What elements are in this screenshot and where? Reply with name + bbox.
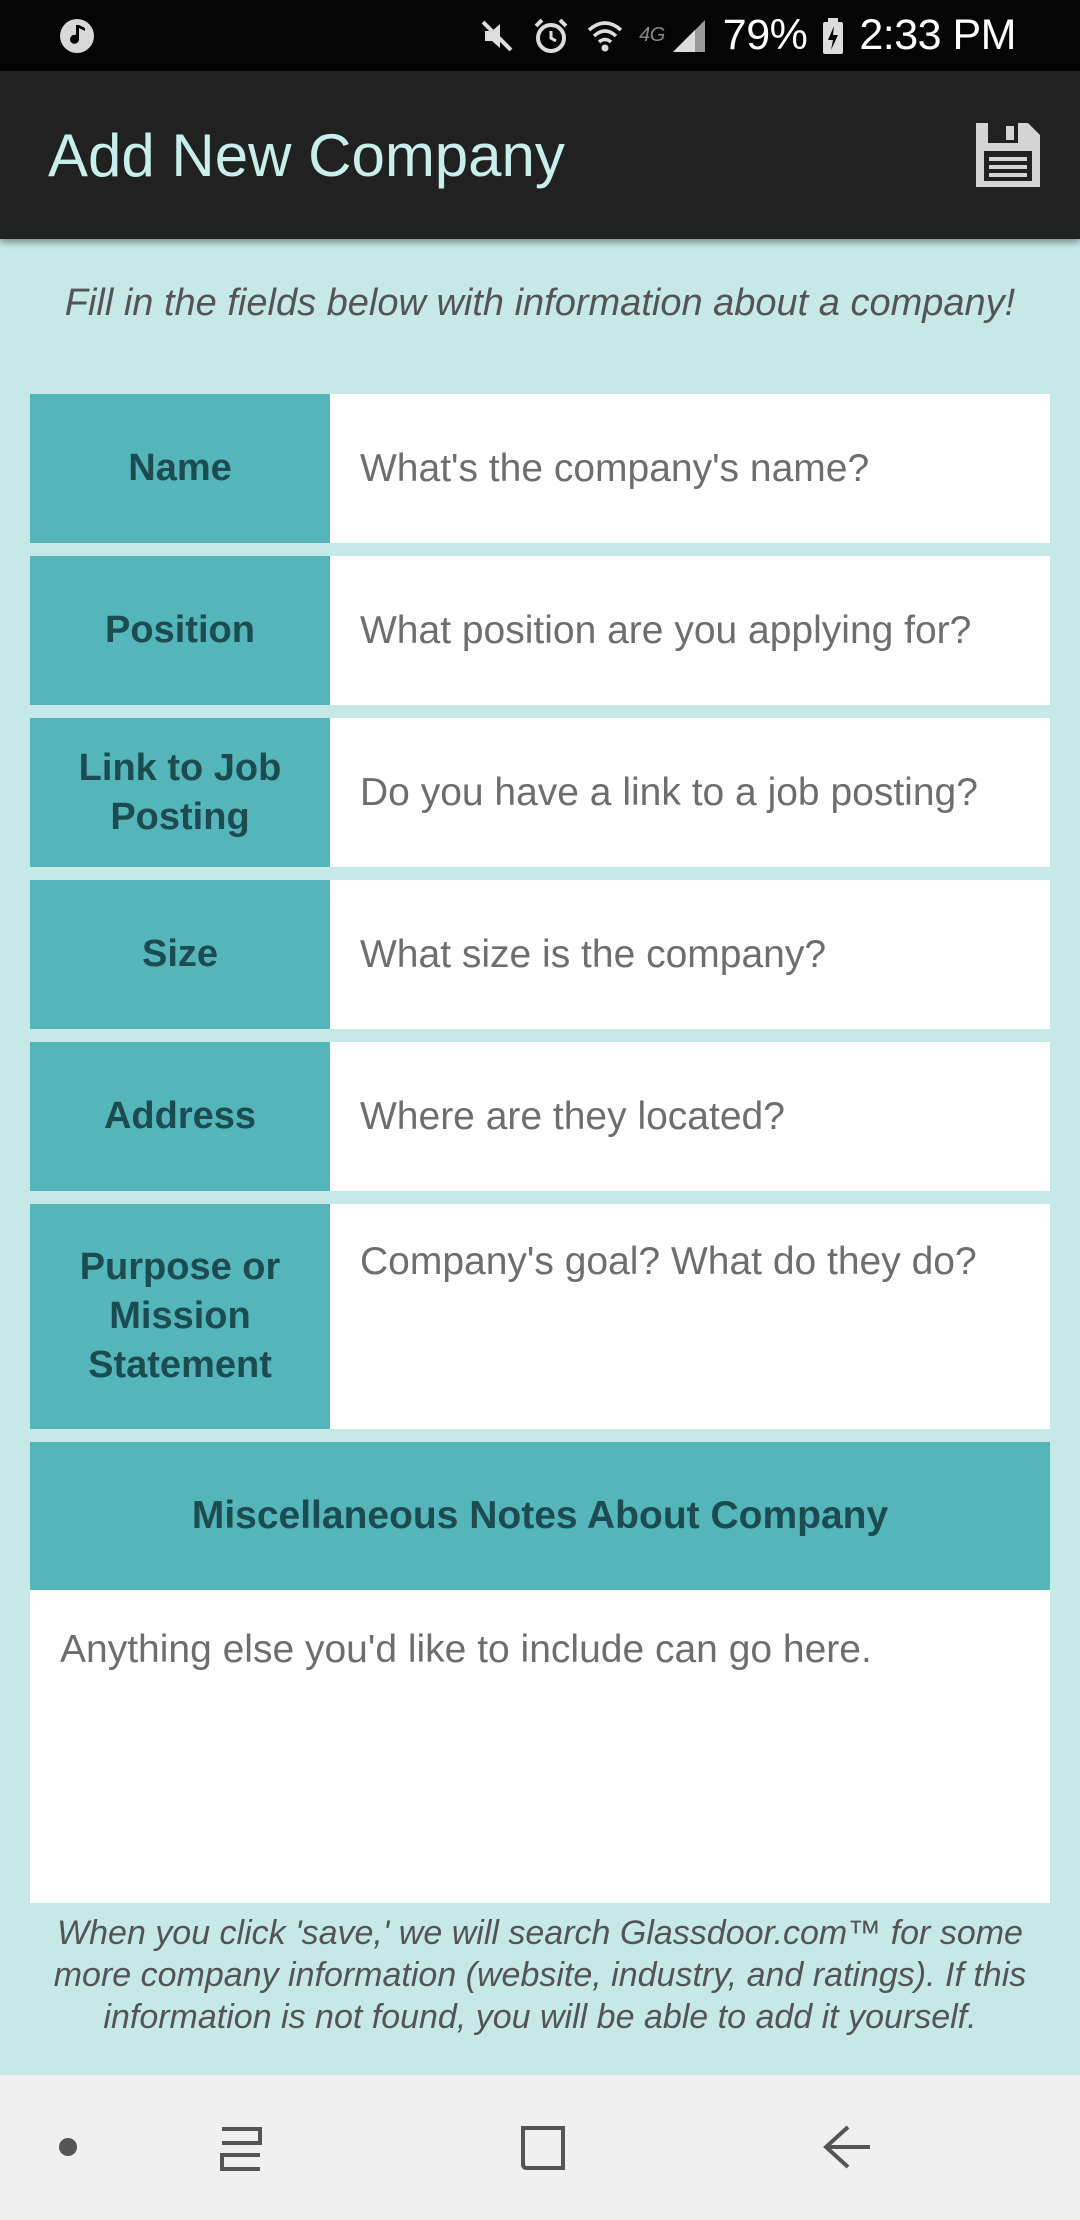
battery-percent: 79% xyxy=(722,11,808,59)
recents-button[interactable] xyxy=(212,2121,268,2177)
size-row: Size What size is the company? xyxy=(30,880,1050,1029)
signal-icon xyxy=(669,16,709,56)
home-button[interactable] xyxy=(515,2118,571,2174)
status-bar: 4G 79% 2:33 PM xyxy=(0,0,1080,71)
address-input[interactable]: Where are they located? xyxy=(330,1042,1050,1191)
network-type: 4G xyxy=(639,24,665,46)
music-icon xyxy=(58,17,96,55)
size-label: Size xyxy=(30,880,330,1029)
purpose-row: Purpose or Mission Statement Company's g… xyxy=(30,1204,1050,1429)
home-icon xyxy=(521,2126,565,2170)
address-row: Address Where are they located? xyxy=(30,1042,1050,1191)
save-button[interactable] xyxy=(972,119,1044,191)
purpose-input[interactable]: Company's goal? What do they do? xyxy=(330,1204,1050,1429)
job-link-input[interactable]: Do you have a link to a job posting? xyxy=(330,718,1050,867)
back-button[interactable] xyxy=(818,2119,874,2175)
app-bar: Add New Company xyxy=(0,71,1080,239)
form-content: Fill in the fields below with informatio… xyxy=(0,239,1080,2075)
size-input[interactable]: What size is the company? xyxy=(330,880,1050,1029)
status-icons: 4G 79% 2:33 PM xyxy=(477,0,1016,71)
address-label: Address xyxy=(30,1042,330,1191)
clock: 2:33 PM xyxy=(859,11,1016,59)
save-footnote: When you click 'save,' we will search Gl… xyxy=(53,1914,1027,2036)
mute-icon xyxy=(477,16,517,56)
intro-text: Fill in the fields below with informatio… xyxy=(64,282,1016,324)
job-link-label: Link to Job Posting xyxy=(30,718,330,867)
save-icon xyxy=(976,123,1040,187)
position-input[interactable]: What position are you applying for? xyxy=(330,556,1050,705)
nav-bar xyxy=(0,2075,1080,2220)
name-label: Name xyxy=(30,394,330,543)
alarm-icon xyxy=(531,16,571,56)
position-row: Position What position are you applying … xyxy=(30,556,1050,705)
recents-icon xyxy=(220,2127,262,2171)
dot-icon xyxy=(58,2137,78,2157)
page-title: Add New Company xyxy=(48,121,565,189)
name-row: Name What's the company's name? xyxy=(30,394,1050,543)
back-icon xyxy=(823,2125,870,2169)
job-link-row: Link to Job Posting Do you have a link t… xyxy=(30,718,1050,867)
wifi-icon xyxy=(585,16,625,56)
battery-icon xyxy=(821,16,845,56)
purpose-label: Purpose or Mission Statement xyxy=(30,1204,330,1429)
name-input[interactable]: What's the company's name? xyxy=(330,394,1050,543)
position-label: Position xyxy=(30,556,330,705)
misc-notes-input[interactable]: Anything else you'd like to include can … xyxy=(30,1590,1050,1903)
misc-notes-label: Miscellaneous Notes About Company xyxy=(30,1442,1050,1590)
